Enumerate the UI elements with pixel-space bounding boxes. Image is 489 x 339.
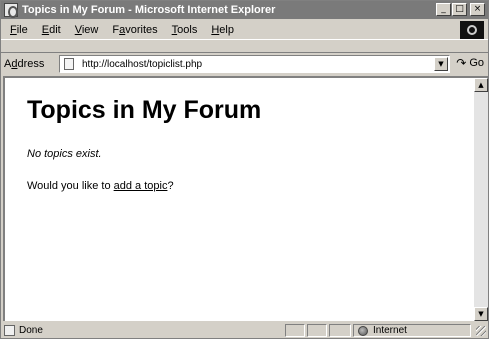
menu-tools-label: ools	[177, 23, 198, 36]
menu-help-label: elp	[219, 23, 234, 36]
maximize-button[interactable]: □	[452, 3, 467, 16]
vertical-scrollbar[interactable]: ▲ ▼	[474, 76, 488, 321]
minimize-button[interactable]: _	[436, 3, 451, 16]
address-bar: Address http://localhost/topiclist.php ▼…	[1, 52, 488, 74]
security-zone[interactable]: Internet	[353, 324, 471, 337]
address-label: Address	[4, 58, 44, 70]
go-label: Go	[469, 57, 484, 69]
menu-favorites-label: vorites	[125, 23, 158, 36]
address-input[interactable]: http://localhost/topiclist.php ▼	[59, 55, 450, 73]
globe-icon	[358, 325, 368, 336]
menu-file[interactable]: File	[10, 24, 28, 36]
status-pane	[307, 324, 327, 337]
resize-grip[interactable]	[476, 326, 486, 336]
menu-tools[interactable]: Tools	[172, 24, 198, 36]
menu-file-label: ile	[16, 23, 28, 36]
menu-edit-mnemonic: E	[41, 23, 50, 36]
prompt-after: ?	[167, 180, 174, 192]
go-button[interactable]: ↷ Go	[456, 56, 484, 70]
menu-bar: File Edit View Favorites Tools Help	[1, 20, 488, 40]
menu-view[interactable]: View	[75, 24, 99, 36]
address-label-rest: dress	[17, 57, 45, 70]
status-text: Done	[19, 325, 43, 336]
close-button[interactable]: ×	[470, 3, 485, 16]
ie-logo-icon	[460, 21, 484, 39]
status-bar: Done Internet	[1, 323, 488, 338]
menu-file-mnemonic: F	[10, 23, 17, 36]
ie-page-icon[interactable]	[4, 3, 18, 18]
menu-help[interactable]: Help	[211, 24, 234, 36]
status-pane	[285, 324, 305, 337]
go-arrow-icon: ↷	[456, 56, 467, 70]
page-title: Topics in My Forum	[27, 96, 262, 124]
zone-text: Internet	[373, 325, 407, 336]
page-icon	[64, 58, 74, 70]
window-title: Topics in My Forum - Microsoft Internet …	[22, 4, 276, 16]
add-topic-prompt: Would you like to add a topic?	[27, 180, 174, 192]
scroll-down-button[interactable]: ▼	[474, 307, 488, 321]
title-bar[interactable]: Topics in My Forum - Microsoft Internet …	[1, 1, 488, 19]
browser-window: Topics in My Forum - Microsoft Internet …	[0, 0, 489, 339]
address-value[interactable]: http://localhost/topiclist.php	[82, 59, 202, 70]
add-topic-link[interactable]: add a topic	[114, 180, 168, 192]
menu-favorites[interactable]: Favorites	[112, 24, 157, 36]
page-content: Topics in My Forum No topics exist. Woul…	[3, 76, 474, 321]
prompt-before: Would you like to	[27, 180, 114, 192]
window-controls: _ □ ×	[436, 3, 485, 16]
status-pane	[329, 324, 351, 337]
empty-message: No topics exist.	[27, 148, 102, 160]
menu-view-label: iew	[81, 23, 99, 36]
scroll-up-button[interactable]: ▲	[474, 78, 488, 92]
menu-view-mnemonic: V	[74, 23, 82, 36]
menu-edit[interactable]: Edit	[42, 24, 61, 36]
address-dropdown-button[interactable]: ▼	[434, 57, 448, 71]
page-done-icon	[4, 325, 15, 336]
menu-edit-label: dit	[49, 23, 61, 36]
